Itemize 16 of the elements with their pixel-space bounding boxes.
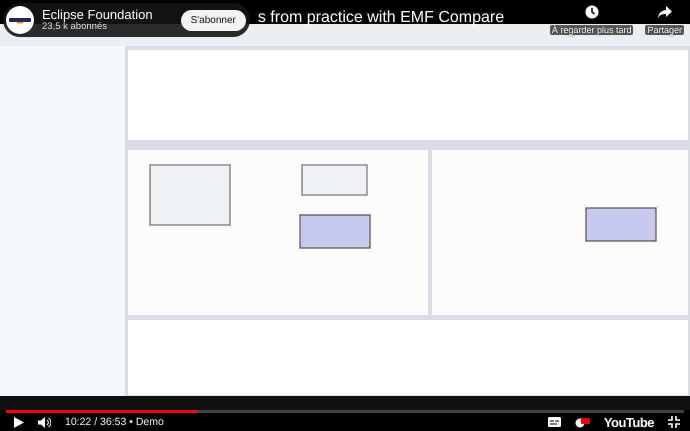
logo-icon xyxy=(9,16,31,24)
youtube-logo[interactable]: YouTube xyxy=(604,414,654,430)
video-title[interactable]: s from practice with EMF Compare xyxy=(258,9,504,27)
share-icon xyxy=(656,5,673,19)
watch-later-button[interactable]: À regarder plus tard xyxy=(550,3,634,37)
subscriber-count: 23,5 k abonnés xyxy=(42,22,108,32)
subscribe-button[interactable]: S'abonner xyxy=(180,10,246,30)
volume-icon[interactable] xyxy=(38,416,51,428)
exit-fullscreen-icon[interactable] xyxy=(668,416,680,428)
channel-name[interactable]: Eclipse Foundation xyxy=(42,8,153,22)
channel-avatar[interactable] xyxy=(6,6,34,34)
share-button[interactable]: Partager xyxy=(645,3,684,37)
play-icon[interactable] xyxy=(14,416,24,428)
clock-icon xyxy=(584,5,599,19)
time-display: 10:22 / 36:53 • Demo xyxy=(65,416,164,428)
subtitles-icon[interactable] xyxy=(548,417,561,427)
